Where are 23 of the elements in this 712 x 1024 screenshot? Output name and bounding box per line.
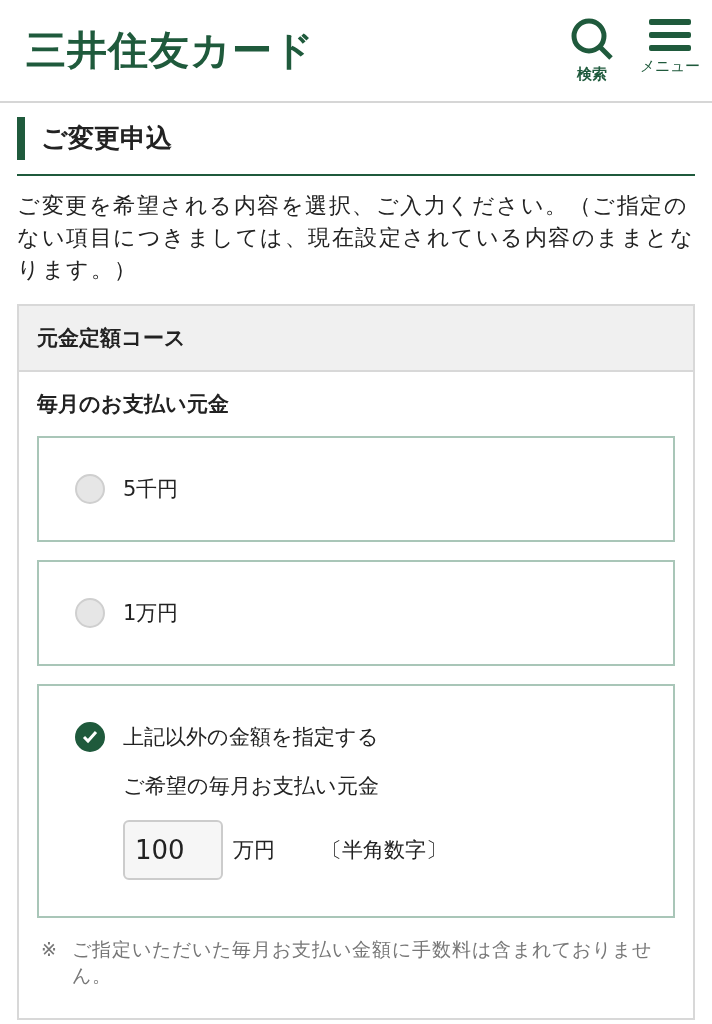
panel-title: 元金定額コース <box>19 306 693 372</box>
menu-icon <box>649 17 691 53</box>
amount-label: ご希望の毎月お支払い元金 <box>122 773 380 800</box>
unit-label: 万円 <box>233 837 275 864</box>
option-card[interactable]: 5千円 <box>37 436 675 542</box>
radio-button[interactable] <box>75 722 105 752</box>
option-label: 5千円 <box>123 476 179 503</box>
note-mark: ※ <box>41 937 58 962</box>
search-icon <box>570 17 614 61</box>
input-hint: 〔半角数字〕 <box>321 837 447 864</box>
option-label: 1万円 <box>123 600 179 627</box>
option-card[interactable]: 1万円 <box>37 560 675 666</box>
amount-input[interactable]: 100 <box>123 820 223 880</box>
field-label: 毎月のお支払い元金 <box>37 391 230 418</box>
search-button[interactable]: 検索 <box>570 17 614 84</box>
intro-text: ご変更を希望される内容を選択、ご入力ください。（ご指定のない項目につきましては、現在設定されている内容のままとなります。） <box>17 192 695 284</box>
menu-button[interactable]: メニュー <box>640 17 700 76</box>
note-text: ご指定いただいた毎月お支払い金額に手数料は含まれておりません。 <box>71 937 653 988</box>
page-title: ご変更申込 <box>17 117 695 160</box>
check-icon <box>82 730 98 744</box>
option-card[interactable]: 上記以外の金額を指定する ご希望の毎月お支払い元金 100 万円 〔半角数字〕 <box>37 684 675 918</box>
option-label: 上記以外の金額を指定する <box>123 724 379 751</box>
logo[interactable]: 三井住友カード <box>26 23 315 78</box>
